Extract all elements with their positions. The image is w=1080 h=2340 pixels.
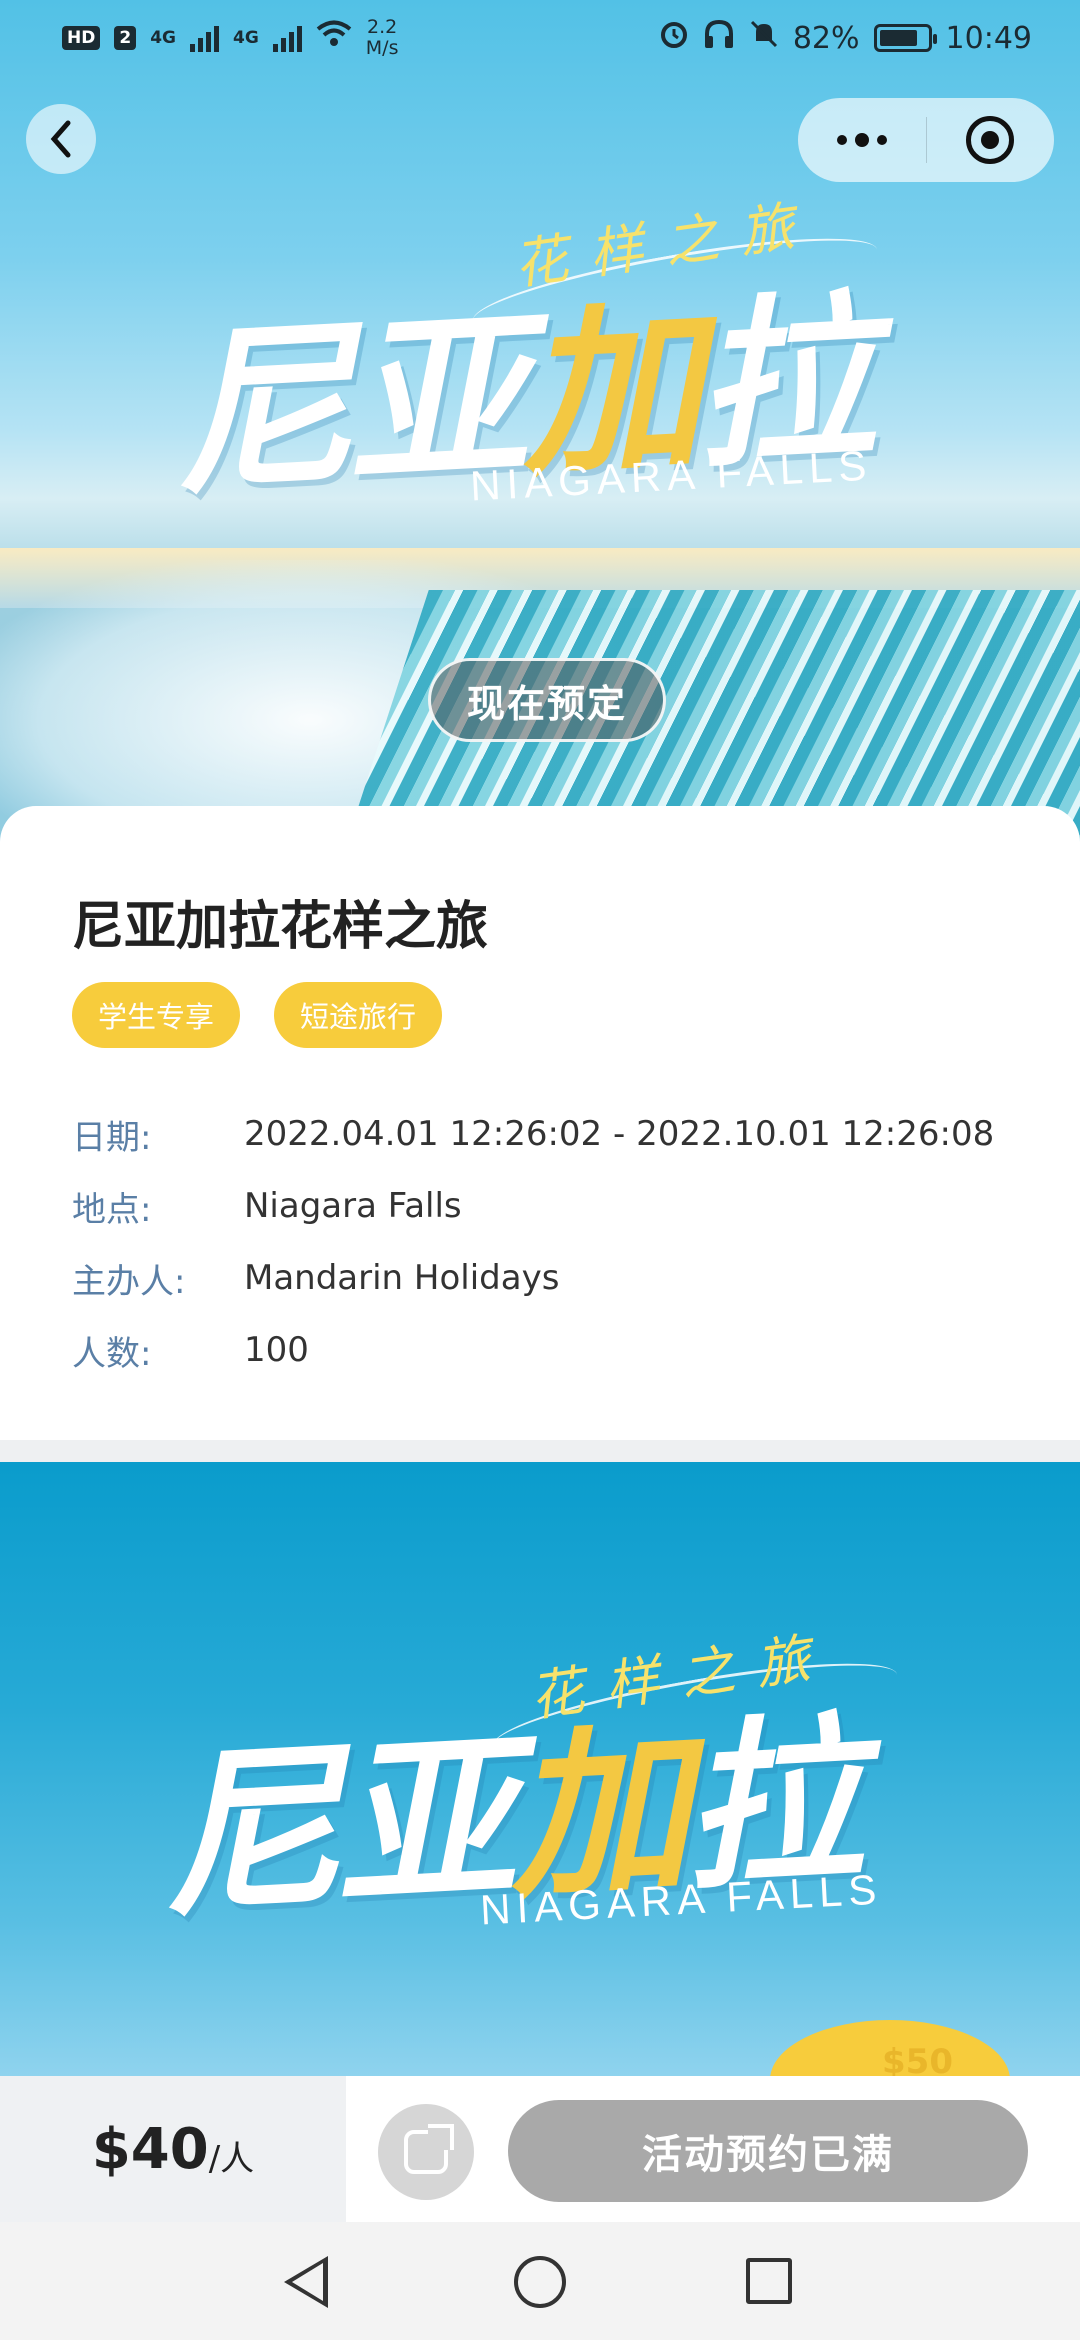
network-type-1: 4G	[150, 28, 176, 48]
detail-value: Mandarin Holidays	[244, 1258, 560, 1298]
battery-icon	[873, 24, 937, 52]
nav-home-icon[interactable]	[514, 2256, 566, 2308]
headphones-icon	[703, 19, 735, 57]
detail-label: 主办人:	[72, 1261, 186, 1302]
detail-image-banner: 花样之旅 尼亚加拉 NIAGARA FALLS $50	[0, 1462, 1080, 2076]
bottom-action-bar: $40 /人 活动预约已满	[0, 2076, 1080, 2222]
detail-label: 日期:	[72, 1117, 152, 1158]
detail-row-capacity: 人数: 100	[72, 1314, 1032, 1386]
tag-badge: 短途旅行	[274, 982, 443, 1048]
mute-icon	[749, 19, 779, 57]
event-title: 尼亚加拉花样之旅	[72, 897, 489, 957]
battery-percent: 82%	[792, 20, 860, 56]
booking-full-button[interactable]: 活动预约已满	[508, 2100, 1028, 2202]
event-info-card: 尼亚加拉花样之旅 学生专享 短途旅行 日期: 2022.04.01 12:26:…	[0, 806, 1080, 1440]
section-divider	[0, 1440, 1080, 1462]
more-dots-icon	[837, 135, 847, 145]
book-now-button[interactable]: 现在预定	[428, 658, 666, 742]
detail-row-organizer: 主办人: Mandarin Holidays	[72, 1242, 1032, 1314]
hero-banner: 花样之旅 尼亚加拉 NIAGARA FALLS 现在预定 HD 2 4G 4G …	[0, 0, 1080, 860]
detail-value: 2022.04.01 12:26:02 - 2022.10.01 12:26:0…	[244, 1114, 995, 1154]
more-button[interactable]	[798, 98, 926, 182]
miniapp-capsule	[798, 98, 1054, 182]
system-nav-bar	[0, 2222, 1080, 2340]
alarm-icon	[659, 19, 689, 57]
target-ring-icon	[966, 116, 1014, 164]
share-button[interactable]	[378, 2104, 474, 2200]
detail-value: 100	[244, 1330, 309, 1370]
price-value: $40	[91, 2116, 209, 2182]
event-details: 日期: 2022.04.01 12:26:02 - 2022.10.01 12:…	[72, 1098, 1032, 1386]
close-miniapp-button[interactable]	[927, 98, 1053, 182]
nav-recents-icon[interactable]	[746, 2258, 792, 2304]
price-sticker: $50	[770, 2020, 1010, 2076]
tag-list: 学生专享 短途旅行	[72, 982, 443, 1048]
back-button[interactable]	[26, 104, 96, 174]
chevron-left-icon	[50, 120, 71, 158]
price-unit: /人	[208, 2138, 255, 2179]
signal-icon	[272, 24, 302, 52]
detail-label: 人数:	[72, 1333, 152, 1374]
share-icon	[404, 2124, 454, 2174]
status-bar: HD 2 4G 4G 2.2 M/s 82% 10:49	[0, 0, 1080, 76]
network-type-2: 4G	[232, 28, 259, 48]
wifi-icon	[316, 20, 352, 56]
detail-label: 地点:	[72, 1189, 152, 1230]
price-box: $40 /人	[0, 2076, 346, 2222]
detail-row-location: 地点: Niagara Falls	[72, 1170, 1032, 1242]
clock: 10:49	[945, 20, 1032, 56]
detail-value: Niagara Falls	[244, 1186, 462, 1226]
sim-badge: 2	[114, 26, 137, 50]
net-speed: 2.2 M/s	[365, 16, 399, 59]
detail-row-date: 日期: 2022.04.01 12:26:02 - 2022.10.01 12:…	[72, 1098, 1032, 1170]
signal-icon	[189, 24, 219, 52]
nav-back-icon[interactable]	[284, 2256, 328, 2308]
tag-badge: 学生专享	[72, 982, 241, 1048]
hd-badge: HD	[62, 26, 101, 50]
